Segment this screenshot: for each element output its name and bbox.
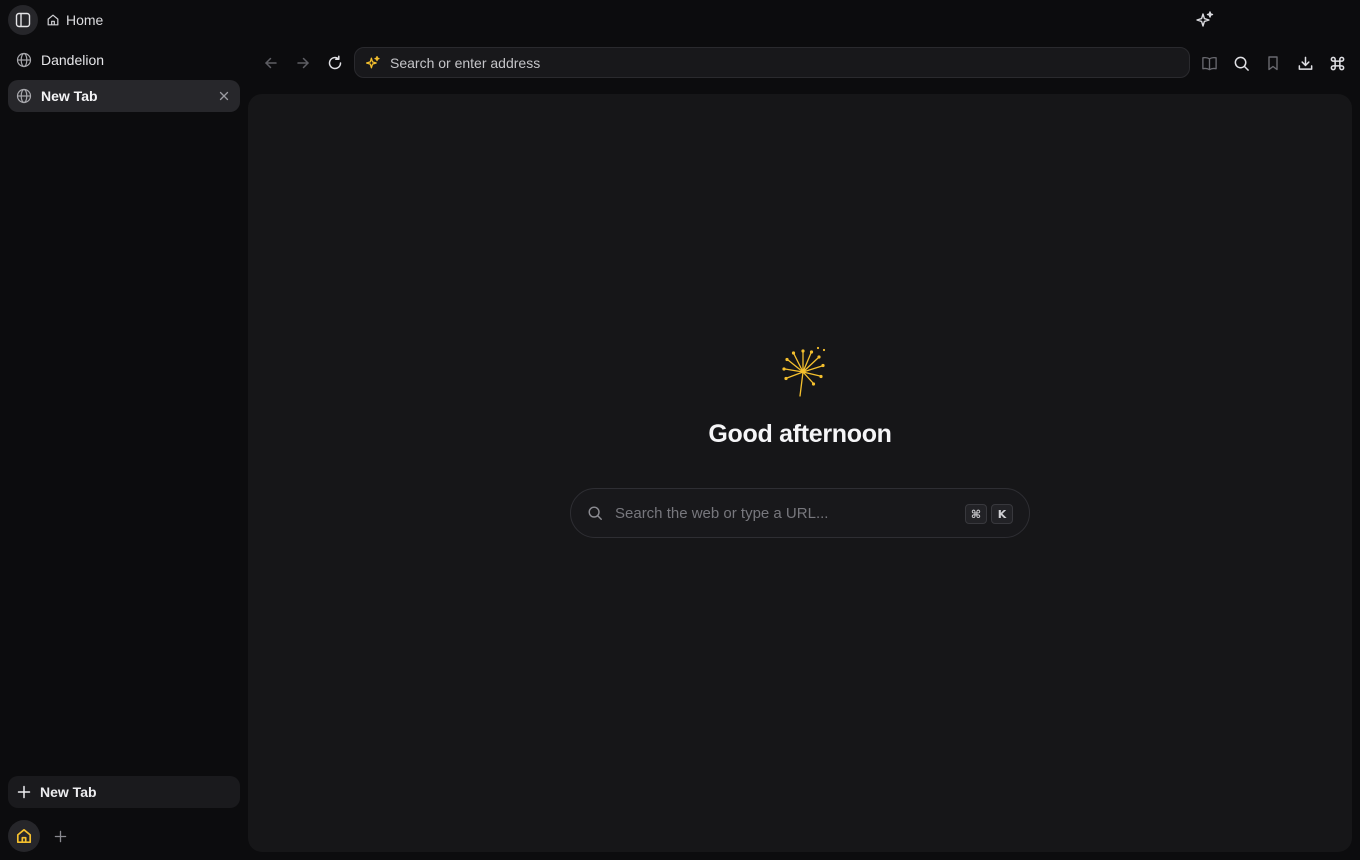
globe-icon xyxy=(16,88,32,104)
globe-icon xyxy=(16,52,32,68)
bookmark-icon xyxy=(1265,55,1281,71)
sidebar: Home Dandelion New Tab New Tab xyxy=(0,0,248,860)
reload-icon xyxy=(327,55,343,71)
sidebar-tab-dandelion[interactable]: Dandelion xyxy=(8,44,240,76)
new-tab-label: New Tab xyxy=(40,784,97,800)
home-icon xyxy=(46,13,60,27)
downloads-button[interactable] xyxy=(1294,52,1316,74)
home-icon xyxy=(15,827,33,845)
tab-label: Dandelion xyxy=(41,52,105,68)
home-breadcrumb-label: Home xyxy=(66,12,104,28)
back-button[interactable] xyxy=(260,52,282,74)
sidebar-tab-new-tab[interactable]: New Tab xyxy=(8,80,240,112)
forward-button[interactable] xyxy=(292,52,314,74)
search-icon xyxy=(1233,55,1250,72)
search-icon xyxy=(587,505,603,521)
bookmark-button[interactable] xyxy=(1262,52,1284,74)
add-space-button[interactable] xyxy=(51,827,69,845)
back-icon xyxy=(263,55,279,71)
address-input[interactable] xyxy=(390,54,1150,71)
greeting-heading: Good afternoon xyxy=(708,420,892,448)
new-tab-page: Good afternoon ⌘ K xyxy=(248,94,1352,852)
keyboard-shortcut-hint: ⌘ K xyxy=(965,504,1013,524)
plus-icon xyxy=(17,785,31,799)
shortcut-key-command: ⌘ xyxy=(965,504,987,524)
sidebar-toggle-button[interactable] xyxy=(8,5,38,35)
shortcut-key-k: K xyxy=(991,504,1013,524)
web-search-box[interactable]: ⌘ K xyxy=(570,488,1030,538)
dandelion-logo-icon xyxy=(780,346,828,398)
download-icon xyxy=(1297,55,1314,72)
plus-icon xyxy=(54,830,67,843)
address-bar[interactable] xyxy=(354,47,1190,78)
reader-mode-button[interactable] xyxy=(1198,52,1220,74)
forward-icon xyxy=(295,55,311,71)
sparkles-icon xyxy=(1195,10,1215,30)
ai-assistant-button[interactable] xyxy=(1194,9,1216,31)
sidebar-panel-icon xyxy=(15,12,31,28)
sparkles-icon xyxy=(365,55,381,71)
find-button[interactable] xyxy=(1230,52,1252,74)
space-home-button[interactable] xyxy=(8,820,40,852)
tab-label: New Tab xyxy=(41,88,98,104)
reload-button[interactable] xyxy=(324,52,346,74)
command-icon xyxy=(1329,55,1346,72)
reader-icon xyxy=(1201,55,1218,72)
close-icon[interactable] xyxy=(216,88,232,104)
command-palette-button[interactable] xyxy=(1326,52,1348,74)
new-tab-button[interactable]: New Tab xyxy=(8,776,240,808)
home-breadcrumb[interactable]: Home xyxy=(46,10,103,30)
web-search-input[interactable] xyxy=(615,504,945,522)
